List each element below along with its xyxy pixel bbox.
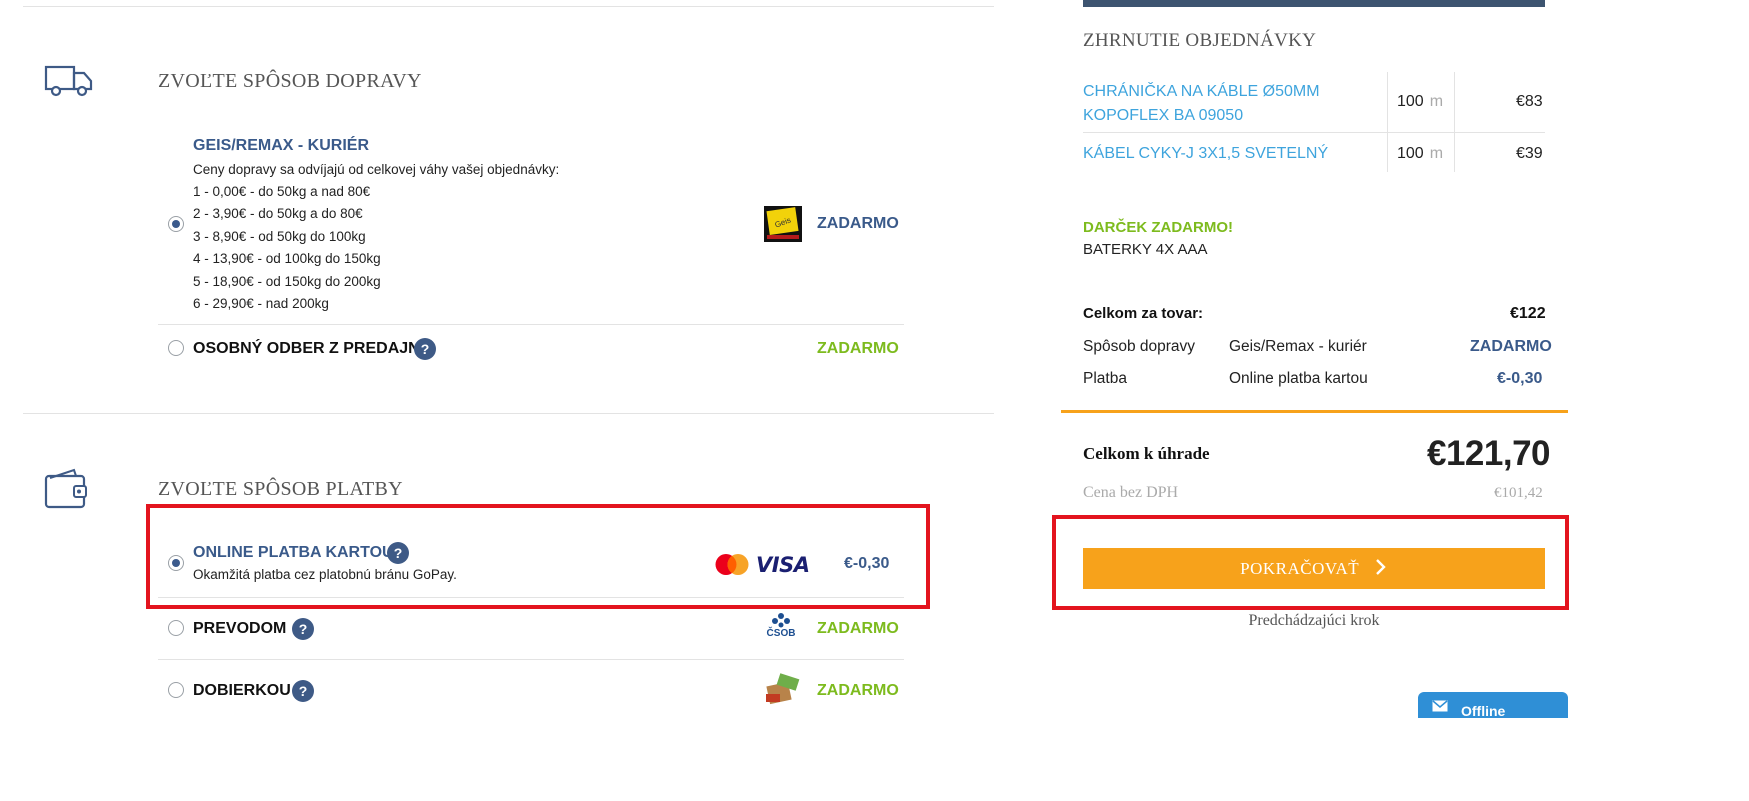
summary-item-price: €39 [1516,145,1543,162]
truck-icon [44,65,93,97]
csob-logo: ČSOB [764,612,798,642]
summary-item-qty: 100 m [1397,145,1443,163]
summary-row-divider [1083,132,1545,133]
qty-unit: m [1429,145,1444,162]
chat-offline-tab[interactable]: Offline [1418,692,1568,719]
shipping-geis-price: ZADARMO [817,215,899,232]
qty-value: 100 [1397,93,1424,110]
help-icon[interactable]: ? [292,618,314,640]
summary-item-qty: 100 m [1397,93,1443,111]
shipping-pickup-price: ZADARMO [817,340,899,357]
payment-option-transfer-title[interactable]: PREVODOM [193,620,286,638]
shipping-section-title: ZVOĽTE SPÔSOB DOPRAVY [158,70,422,92]
shipping-option-pickup-title[interactable]: OSOBNÝ ODBER Z PREDAJNE [193,340,430,358]
continue-button[interactable]: POKRAČOVAŤ [1083,548,1545,589]
vat-value: €101,42 [1494,485,1543,501]
csob-mark-icon [772,613,790,628]
goods-total-value: €122 [1510,305,1546,322]
qty-unit: m [1429,93,1444,110]
payment-transfer-price: ZADARMO [817,620,899,637]
radio-payment-card[interactable] [168,555,184,571]
option-divider [158,597,904,598]
summary-title: ZHRNUTIE OBJEDNÁVKY [1083,30,1317,51]
grand-total-label: Celkom k úhrade [1083,444,1210,463]
radio-payment-transfer[interactable] [168,620,184,636]
gift-label: DARČEK ZADARMO! [1083,219,1233,236]
radio-payment-cod[interactable] [168,682,184,698]
shipping-tier: 6 - 29,90€ - nad 200kg [193,296,329,311]
chevron-right-icon [1376,559,1386,575]
previous-step-link[interactable]: Predchádzajúci krok [1083,612,1545,630]
payment-summary-label: Platba [1083,370,1127,387]
csob-logo-text: ČSOB [766,628,796,639]
payment-section-title: ZVOĽTE SPÔSOB PLATBY [158,478,403,500]
shipping-summary-price: ZADARMO [1470,338,1552,355]
geis-logo: Geis [764,206,802,242]
shipping-tier: 2 - 3,90€ - do 50kg a do 80€ [193,206,363,221]
chat-offline-label: Offline [1461,703,1506,719]
vat-label: Cena bez DPH [1083,484,1179,501]
summary-item-name[interactable]: CHRÁNIČKA NA KÁBLE Ø50MM KOPOFLEX BA 090… [1083,80,1378,128]
payment-option-cod-title[interactable]: DOBIERKOU [193,682,291,700]
shipping-option-geis-title[interactable]: GEIS/REMAX - KURIÉR [193,137,369,155]
mastercard-icon [715,554,749,575]
help-icon[interactable]: ? [387,542,409,564]
visa-logo: VISA [756,553,810,577]
envelope-icon [1432,700,1448,712]
shipping-summary-label: Spôsob dopravy [1083,338,1196,355]
help-icon[interactable]: ? [414,338,436,360]
summary-item-name[interactable]: KÁBEL CYKY-J 3X1,5 SVETELNÝ [1083,142,1378,166]
payment-summary-price: €-0,30 [1497,370,1543,387]
goods-total-label: Celkom za tovar: [1083,305,1204,322]
option-divider [158,659,904,660]
table-column-divider [1387,72,1388,172]
section-divider [23,413,994,414]
summary-accent-divider [1061,410,1568,413]
payment-option-card-title[interactable]: ONLINE PLATBA KARTOU [193,544,394,562]
shipping-tier: 4 - 13,90€ - od 100kg do 150kg [193,251,381,266]
payment-summary-method: Online platba kartou [1229,370,1368,387]
gift-item: BATERKY 4X AAA [1083,241,1208,258]
grand-total-value: €121,70 [1427,434,1551,473]
wallet-icon [44,468,87,509]
radio-shipping-geis[interactable] [168,216,184,232]
summary-item-price: €83 [1516,93,1543,110]
radio-shipping-pickup[interactable] [168,340,184,356]
payment-cod-price: ZADARMO [817,682,899,699]
help-icon[interactable]: ? [292,680,314,702]
shipping-summary-method: Geis/Remax - kuriér [1229,338,1367,355]
continue-button-label: POKRAČOVAŤ [1240,559,1360,578]
option-divider [158,324,904,325]
cash-package-icon [766,673,800,705]
table-column-divider [1454,72,1455,172]
qty-value: 100 [1397,145,1424,162]
payment-card-description: Okamžitá platba cez platobnú bránu GoPay… [193,567,457,582]
payment-card-price: €-0,30 [844,555,890,572]
summary-top-bar [1083,0,1545,7]
top-divider [23,6,994,7]
